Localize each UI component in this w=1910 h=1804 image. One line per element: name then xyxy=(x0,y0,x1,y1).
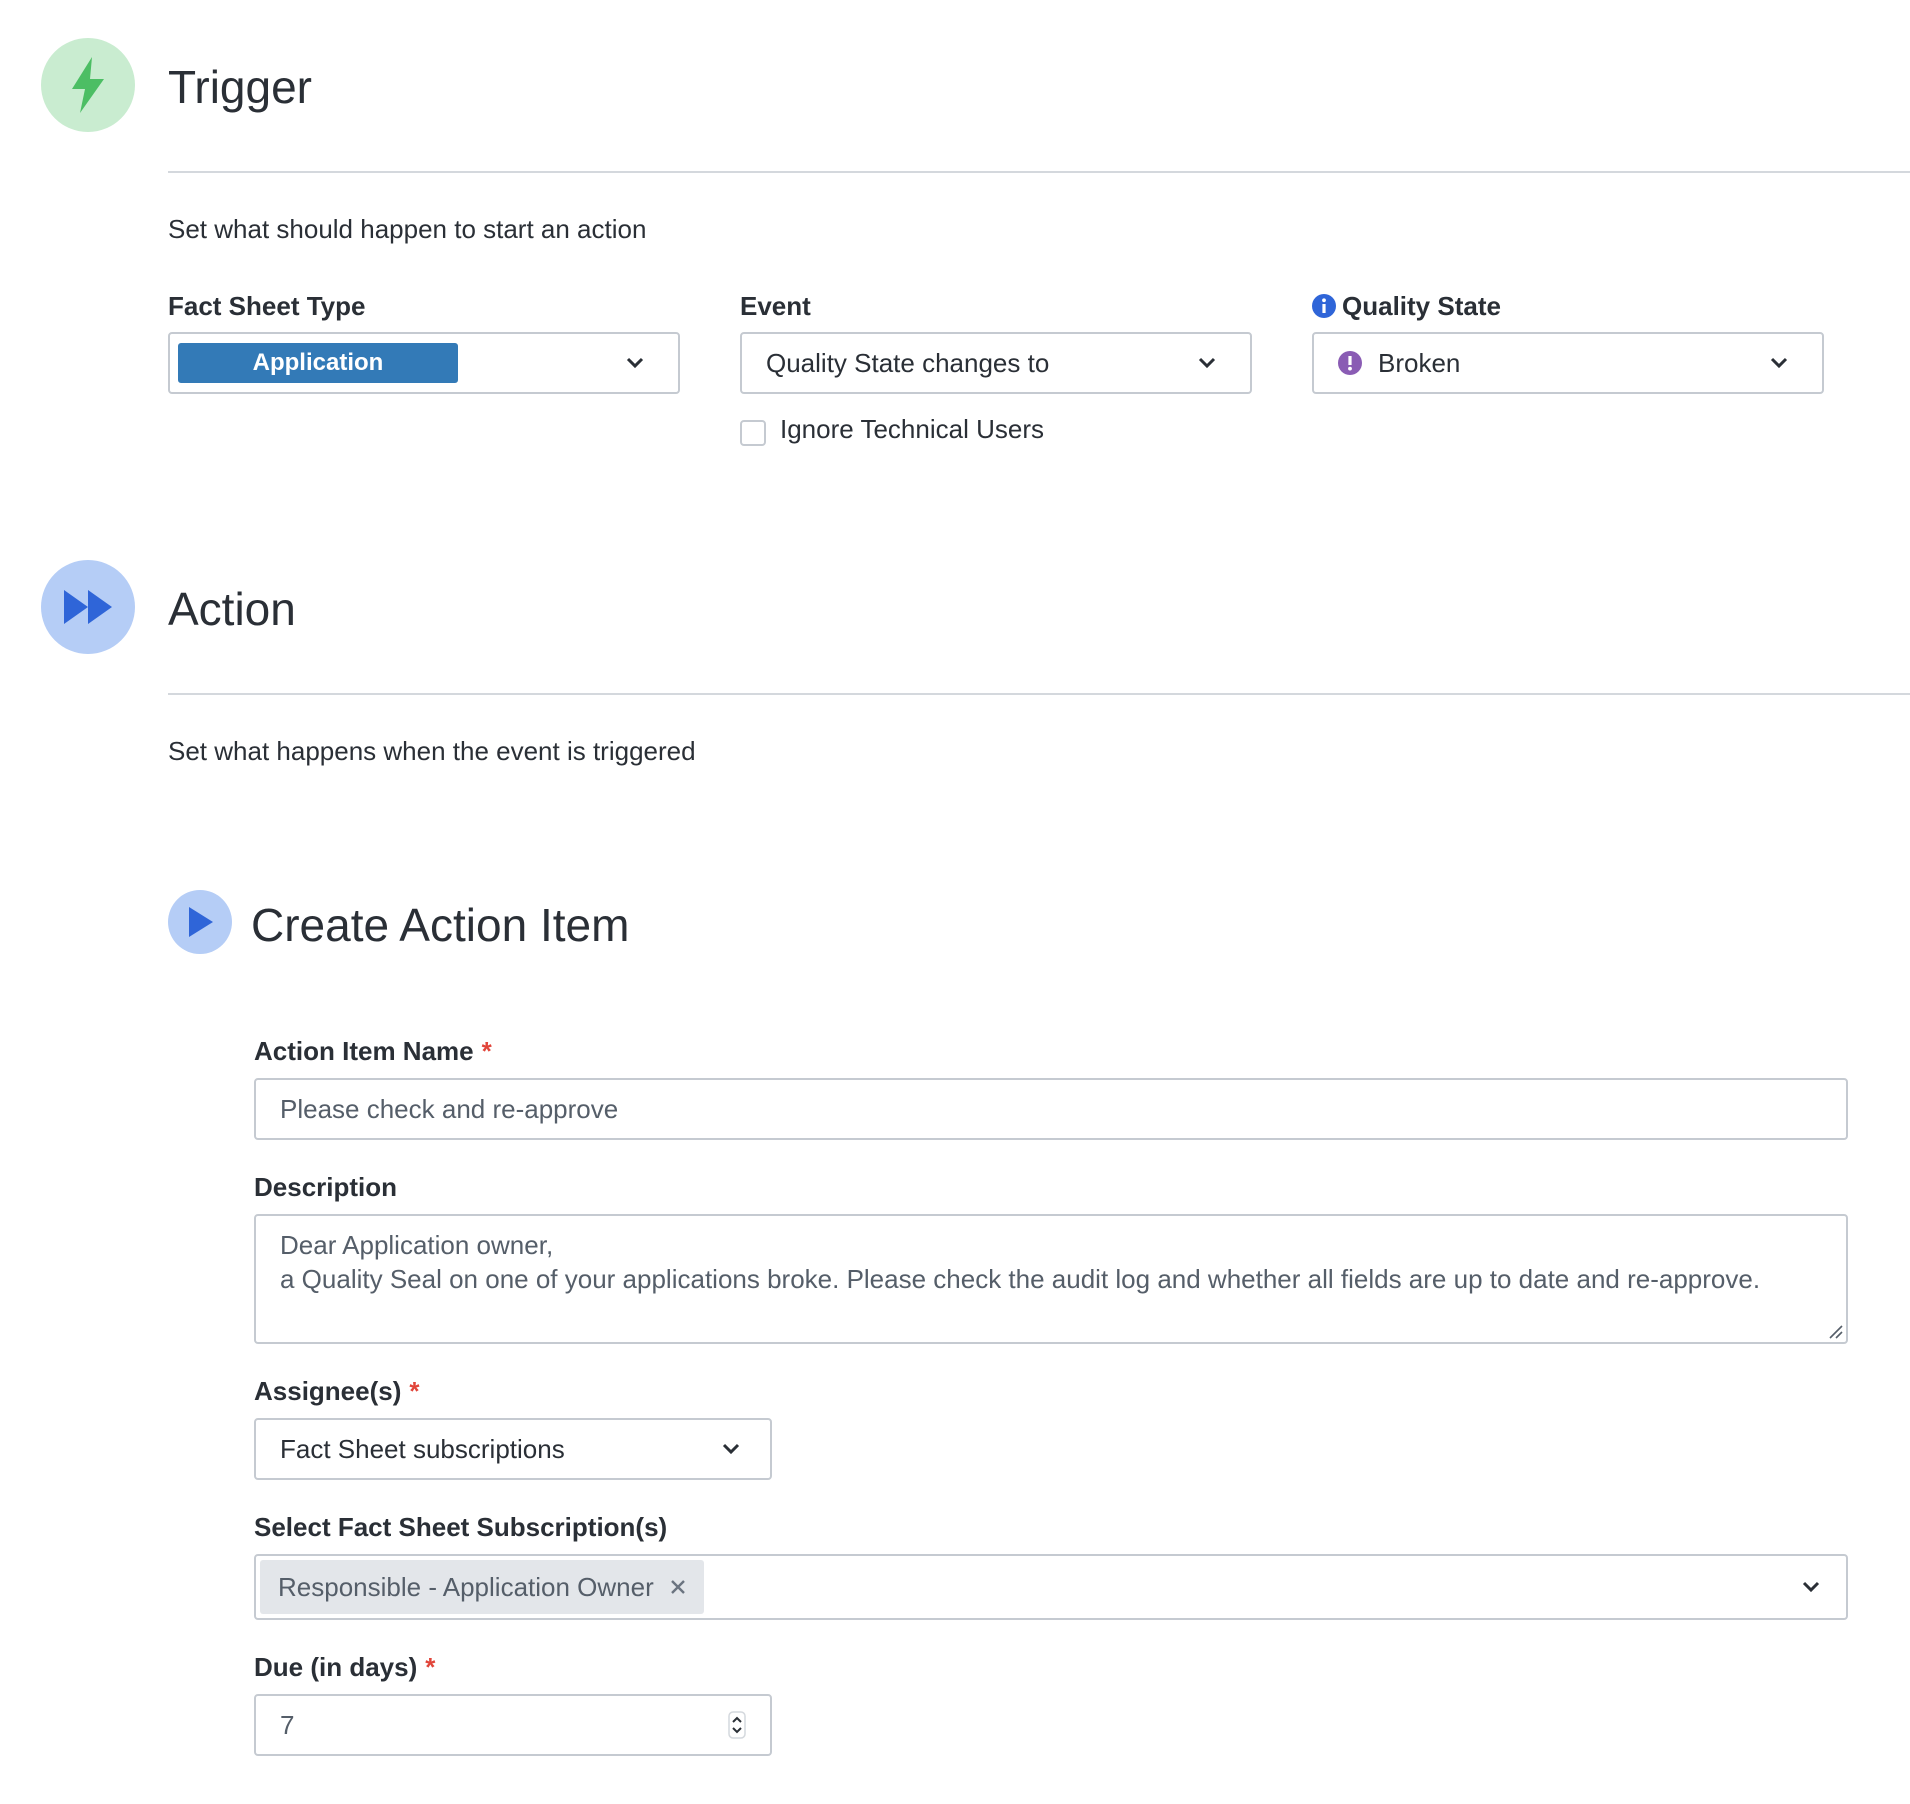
quality-state-label-text: Quality State xyxy=(1342,290,1501,321)
trigger-description: Set what should happen to start an actio… xyxy=(168,214,647,244)
chevron-down-icon xyxy=(1798,1574,1824,1600)
event-label-text: Event xyxy=(740,290,811,321)
fact-sheet-type-pill: Application xyxy=(178,343,458,383)
action-item-name-value: Please check and re-approve xyxy=(280,1093,619,1124)
create-action-item-icon xyxy=(168,890,232,954)
description-line-2: a Quality Seal on one of your applicatio… xyxy=(280,1264,1761,1294)
assignees-select[interactable]: Fact Sheet subscriptions xyxy=(254,1418,772,1480)
due-label-text: Due (in days) xyxy=(254,1651,418,1682)
due-label: Due (in days) * xyxy=(254,1650,435,1684)
trigger-section-icon xyxy=(41,38,135,132)
create-action-item-title: Create Action Item xyxy=(251,899,630,951)
event-value: Quality State changes to xyxy=(766,347,1050,378)
fast-forward-icon xyxy=(64,590,112,624)
fact-sheet-type-label: Fact Sheet Type xyxy=(168,288,365,324)
close-icon[interactable] xyxy=(670,1579,686,1595)
ignore-technical-users-label[interactable]: Ignore Technical Users xyxy=(780,414,1044,445)
subscriptions-label-text: Select Fact Sheet Subscription(s) xyxy=(254,1511,668,1542)
assignees-value: Fact Sheet subscriptions xyxy=(280,1433,565,1464)
subscription-tag: Responsible - Application Owner xyxy=(260,1560,704,1614)
description-line-1: Dear Application owner, xyxy=(280,1230,554,1260)
chevron-down-icon xyxy=(1194,350,1220,376)
subscription-tag-label: Responsible - Application Owner xyxy=(278,1571,654,1602)
trigger-title: Trigger xyxy=(168,61,312,113)
action-item-name-input[interactable]: Please check and re-approve xyxy=(254,1078,1848,1140)
required-mark: * xyxy=(409,1375,420,1406)
due-value: 7 xyxy=(280,1709,295,1740)
assignees-label-text: Assignee(s) xyxy=(254,1375,402,1406)
resize-handle-icon[interactable] xyxy=(1827,1323,1843,1339)
fact-sheet-type-label-text: Fact Sheet Type xyxy=(168,290,366,321)
required-mark: * xyxy=(425,1651,436,1682)
subscriptions-label: Select Fact Sheet Subscription(s) xyxy=(254,1510,667,1544)
description-textarea[interactable]: Dear Application owner, a Quality Seal o… xyxy=(254,1214,1848,1344)
action-section-icon xyxy=(41,560,135,654)
description-label-text: Description xyxy=(254,1171,398,1202)
number-spinner-icon[interactable] xyxy=(728,1711,746,1739)
quality-state-label: Quality State xyxy=(1312,288,1501,324)
fact-sheet-type-select[interactable]: Application xyxy=(168,332,680,394)
action-description: Set what happens when the event is trigg… xyxy=(168,736,696,766)
event-label: Event xyxy=(740,288,811,324)
quality-state-select[interactable]: Broken xyxy=(1312,332,1824,394)
event-select[interactable]: Quality State changes to xyxy=(740,332,1252,394)
chevron-down-icon xyxy=(622,350,648,376)
action-item-name-label-text: Action Item Name xyxy=(254,1035,474,1066)
play-icon xyxy=(189,907,213,937)
lightning-bolt-icon xyxy=(72,57,104,113)
action-title: Action xyxy=(168,583,296,635)
required-mark: * xyxy=(481,1035,492,1066)
chevron-down-icon xyxy=(1766,350,1792,376)
info-icon[interactable] xyxy=(1312,294,1336,318)
assignees-label: Assignee(s) * xyxy=(254,1374,420,1408)
trigger-divider xyxy=(168,171,1910,173)
action-item-name-label: Action Item Name * xyxy=(254,1034,492,1068)
subscriptions-multiselect[interactable]: Responsible - Application Owner xyxy=(254,1554,1848,1620)
chevron-down-icon xyxy=(718,1436,744,1462)
due-number-input[interactable]: 7 xyxy=(254,1694,772,1756)
ignore-technical-users-checkbox[interactable] xyxy=(740,420,766,446)
exclamation-circle-icon xyxy=(1338,351,1362,375)
quality-state-value: Broken xyxy=(1378,347,1461,378)
fact-sheet-type-value: Application xyxy=(252,349,384,376)
description-label: Description xyxy=(254,1170,397,1204)
action-divider xyxy=(168,693,1910,695)
quality-state-value-group: Broken xyxy=(1338,348,1460,379)
